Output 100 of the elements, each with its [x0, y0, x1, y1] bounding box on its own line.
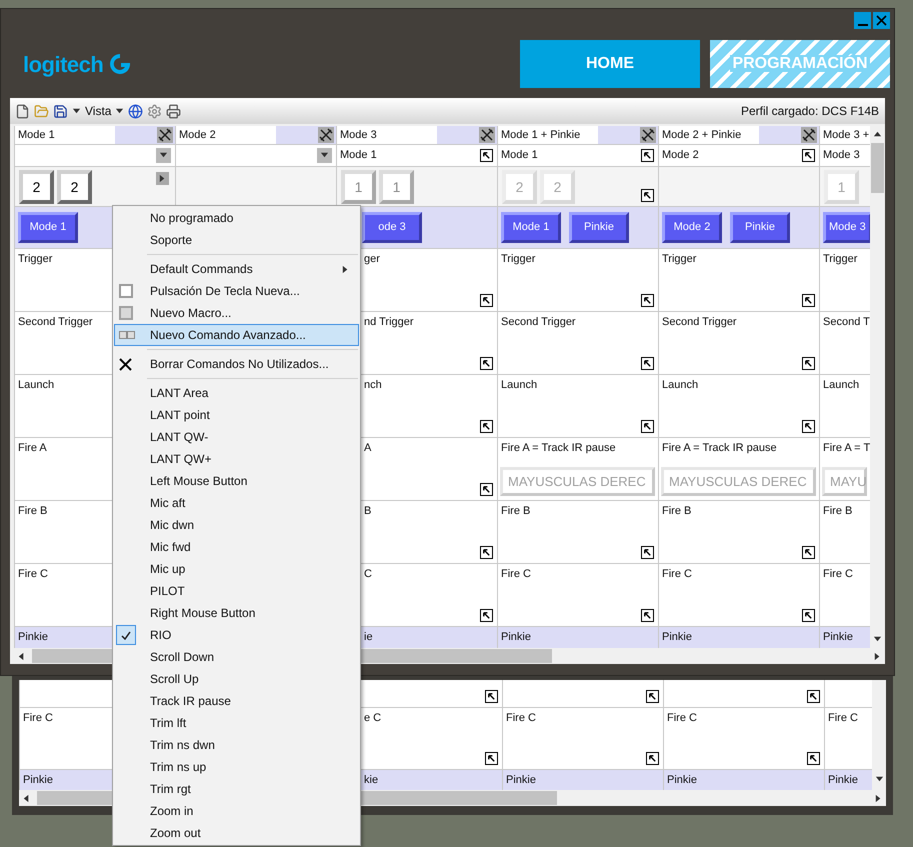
grid-cell[interactable]: Trigger	[498, 249, 658, 312]
mode-button[interactable]: Mode 1	[501, 212, 561, 243]
expand-arrow-icon[interactable]	[802, 609, 815, 622]
grid-cell[interactable]: Launch	[659, 375, 819, 438]
settings-icon[interactable]	[147, 104, 162, 118]
mode-button[interactable]: Pinkie	[569, 212, 629, 243]
expand-arrow-icon[interactable]	[646, 690, 659, 703]
dropdown-button[interactable]	[317, 148, 332, 163]
expand-arrow-icon[interactable]	[807, 690, 820, 703]
crossed-tools-icon[interactable]	[479, 127, 495, 143]
expand-arrow-icon[interactable]	[641, 189, 654, 202]
mode-button[interactable]: Mode 1	[18, 212, 78, 243]
close-button[interactable]	[873, 12, 890, 29]
printer-icon[interactable]	[166, 104, 182, 118]
expand-arrow-icon[interactable]	[480, 546, 493, 559]
scroll-thumb[interactable]	[871, 143, 884, 193]
expand-arrow-icon[interactable]	[641, 420, 654, 433]
arrow-button[interactable]	[156, 172, 169, 185]
mode-button[interactable]: ode 3	[362, 212, 422, 243]
expand-arrow-icon[interactable]	[646, 752, 659, 765]
expand-arrow-icon[interactable]	[480, 149, 493, 162]
expand-arrow-icon[interactable]	[641, 149, 654, 162]
menu-item[interactable]: Scroll Up	[114, 668, 359, 690]
grid-cell[interactable]: Fire C	[820, 564, 870, 627]
expand-arrow-icon[interactable]	[480, 294, 493, 307]
expand-arrow-icon[interactable]	[641, 294, 654, 307]
mode-selector[interactable]: Mode 3	[820, 145, 870, 167]
globe-icon[interactable]	[128, 104, 144, 118]
mode-button[interactable]: Mode 2	[662, 212, 722, 243]
expand-arrow-icon[interactable]	[802, 420, 815, 433]
expand-arrow-icon[interactable]	[641, 609, 654, 622]
command-label: nch	[364, 378, 382, 393]
expand-arrow-icon[interactable]	[480, 483, 493, 496]
grid-cell[interactable]: Fire A = Track IR pause MAYUSCULAS DEREC	[659, 438, 819, 501]
crossed-tools-icon[interactable]	[157, 127, 173, 143]
pinkie-label: Pinkie	[823, 630, 853, 645]
grid-cell[interactable]: Fire C	[659, 564, 819, 627]
grid-cell[interactable]: Launch	[498, 375, 658, 438]
new-file-icon[interactable]	[15, 104, 30, 118]
expand-arrow-icon[interactable]	[485, 690, 498, 703]
grid-cell[interactable]: Fire A = Track IR pause MAYUSCULAS DEREC	[498, 438, 658, 501]
menu-item[interactable]: Zoom out	[114, 822, 359, 844]
grid-cell[interactable]: Trigger	[820, 249, 870, 312]
menu-item[interactable]: Trim rgt	[114, 778, 359, 800]
expand-arrow-icon[interactable]	[802, 149, 815, 162]
submenu-arrow-icon	[341, 264, 350, 274]
vertical-scrollbar[interactable]	[872, 680, 886, 790]
scroll-down-icon	[873, 635, 882, 644]
mode-title: Mode 3	[337, 126, 437, 144]
view-menu[interactable]: Vista	[85, 102, 112, 120]
menu-item[interactable]: Nuevo Comando Avanzado...	[114, 324, 359, 346]
key-button[interactable]: 2	[19, 170, 54, 204]
scroll-up-icon	[873, 130, 882, 139]
mode-title: Mode 3 +	[820, 126, 870, 144]
menu-item[interactable]: Trim lft	[114, 712, 359, 734]
expand-arrow-icon[interactable]	[641, 546, 654, 559]
menu-item[interactable]: Trim ns up	[114, 756, 359, 778]
menu-item[interactable]: Zoom in	[114, 800, 359, 822]
expand-arrow-icon[interactable]	[641, 357, 654, 370]
menu-item[interactable]: No programado	[114, 207, 359, 229]
command-label: Second Trigger	[662, 315, 737, 330]
expand-arrow-icon[interactable]	[807, 752, 820, 765]
command-label: Launch	[501, 378, 538, 393]
expand-arrow-icon[interactable]	[485, 752, 498, 765]
mode-selector[interactable]: Mode 2	[659, 145, 819, 167]
menu-item[interactable]: Trim ns dwn	[114, 734, 359, 756]
dropdown-button[interactable]	[156, 148, 171, 163]
crossed-tools-icon[interactable]	[318, 127, 334, 143]
grid-cell[interactable]: Second T	[820, 312, 870, 375]
crossed-tools-icon[interactable]	[640, 127, 656, 143]
mode-selector[interactable]: Mode 1	[337, 145, 497, 167]
grid-cell[interactable]: Second Trigger	[498, 312, 658, 375]
mode-selector[interactable]: Mode 1	[498, 145, 658, 167]
minimize-button[interactable]	[854, 12, 871, 29]
menu-item[interactable]: RIO	[114, 624, 359, 646]
grid-cell[interactable]: Fire C	[498, 564, 658, 627]
expand-arrow-icon[interactable]	[480, 609, 493, 622]
mode-button[interactable]: Mode 3	[823, 212, 870, 243]
expand-arrow-icon[interactable]	[480, 357, 493, 370]
save-icon[interactable]	[53, 104, 68, 118]
menu-item[interactable]: Scroll Down	[114, 646, 359, 668]
grid-cell[interactable]: Fire B	[659, 501, 819, 564]
expand-arrow-icon[interactable]	[480, 420, 493, 433]
grid-cell[interactable]: Second Trigger	[659, 312, 819, 375]
key-button[interactable]: 2	[57, 170, 92, 204]
linked-mode: Mode 3	[823, 148, 860, 164]
expand-arrow-icon[interactable]	[802, 294, 815, 307]
expand-arrow-icon[interactable]	[802, 546, 815, 559]
double-square-icon	[119, 331, 135, 339]
grid-cell[interactable]: Launch	[820, 375, 870, 438]
grid-cell[interactable]: Fire B	[498, 501, 658, 564]
grid-cell[interactable]: Trigger	[659, 249, 819, 312]
grid-cell[interactable]: Fire A = T MAYU	[820, 438, 870, 501]
menu-item[interactable]: Soporte	[114, 229, 359, 251]
crossed-tools-icon[interactable]	[801, 127, 817, 143]
mode-button[interactable]: Pinkie	[730, 212, 790, 243]
menu-item[interactable]: Track IR pause	[114, 690, 359, 712]
expand-arrow-icon[interactable]	[802, 357, 815, 370]
grid-cell[interactable]: Fire B	[820, 501, 870, 564]
pinkie-label: Pinkie	[18, 630, 48, 645]
